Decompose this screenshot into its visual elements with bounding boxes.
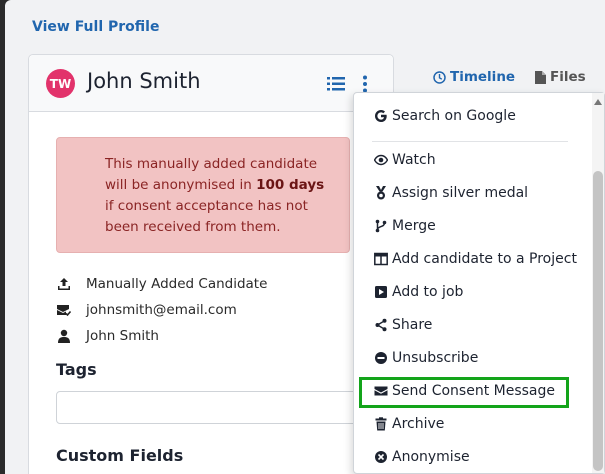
merge-icon bbox=[374, 219, 388, 233]
alert-line-3: if consent acceptance has not bbox=[105, 198, 308, 214]
menu-item-assign-silver-medal[interactable]: Assign silver medal bbox=[374, 185, 528, 201]
menu-item-label: Add to job bbox=[392, 284, 464, 300]
source-text: Manually Added Candidate bbox=[86, 276, 268, 292]
menu-item-label: Search on Google bbox=[392, 108, 516, 124]
trash-icon bbox=[374, 417, 388, 431]
alert-line-1: This manually added candidate bbox=[105, 156, 318, 172]
menu-item-archive[interactable]: Archive bbox=[374, 416, 444, 432]
menu-item-watch[interactable]: Watch bbox=[374, 152, 436, 168]
menu-item-share[interactable]: Share bbox=[374, 317, 432, 333]
card-header: TW John Smith bbox=[29, 55, 393, 112]
tab-files[interactable]: Files bbox=[535, 69, 586, 85]
menu-item-label: Share bbox=[392, 317, 433, 333]
menu-item-label: Archive bbox=[392, 416, 445, 432]
person-text: John Smith bbox=[86, 328, 159, 344]
clock-icon bbox=[433, 70, 446, 84]
tab-files-label: Files bbox=[550, 69, 586, 85]
times-circle-icon bbox=[374, 450, 388, 464]
tab-timeline-label: Timeline bbox=[450, 69, 516, 85]
person-row: John Smith bbox=[57, 328, 159, 344]
project-icon bbox=[374, 252, 388, 266]
candidate-name: John Smith bbox=[87, 69, 201, 93]
candidate-card: TW John Smith This manually added candid… bbox=[28, 54, 394, 474]
menu-item-label: Watch bbox=[392, 152, 436, 168]
minus-circle-icon bbox=[374, 351, 388, 365]
custom-fields-title: Custom Fields bbox=[56, 446, 184, 465]
alert-line-4: been received from them. bbox=[105, 219, 281, 235]
play-square-icon bbox=[374, 285, 388, 299]
menu-scrollbar[interactable] bbox=[592, 93, 604, 473]
menu-item-label: Assign silver medal bbox=[392, 185, 529, 201]
menu-item-anonymise[interactable]: Anonymise bbox=[374, 449, 470, 465]
email-row: johnsmith@email.com bbox=[57, 302, 237, 318]
source-row: Manually Added Candidate bbox=[57, 276, 267, 292]
tab-timeline[interactable]: Timeline bbox=[433, 69, 515, 85]
menu-item-label: Add candidate to a Project bbox=[392, 251, 577, 267]
avatar: TW bbox=[46, 69, 75, 98]
scroll-up-arrow-icon[interactable] bbox=[594, 99, 602, 105]
more-options-icon[interactable] bbox=[361, 75, 369, 93]
tags-input[interactable] bbox=[56, 391, 376, 424]
eye-icon bbox=[374, 153, 388, 167]
menu-item-add-to-job[interactable]: Add to job bbox=[374, 284, 463, 300]
menu-item-label: Merge bbox=[392, 218, 436, 234]
alert-line-2-text: will be anonymised in bbox=[105, 177, 257, 193]
menu-item-merge[interactable]: Merge bbox=[374, 218, 436, 234]
anonymise-alert: This manually added candidate will be an… bbox=[56, 137, 350, 253]
file-icon bbox=[535, 70, 546, 84]
profile-panel: View Full Profile TW John Smith This man… bbox=[5, 0, 605, 474]
medal-icon bbox=[374, 186, 388, 200]
alert-days: 100 days bbox=[256, 177, 325, 193]
google-icon bbox=[374, 109, 388, 123]
menu-item-add-to-project[interactable]: Add candidate to a Project bbox=[374, 251, 577, 267]
tags-title: Tags bbox=[56, 360, 97, 379]
alert-line-2: will be anonymised in 100 days bbox=[105, 175, 349, 196]
share-icon bbox=[374, 318, 388, 332]
menu-divider bbox=[372, 141, 568, 142]
user-icon bbox=[58, 329, 70, 343]
envelope-check-icon bbox=[57, 305, 71, 317]
options-dropdown-menu: Search on Google Watch Assign silver med… bbox=[353, 92, 605, 474]
view-full-profile-link[interactable]: View Full Profile bbox=[32, 19, 159, 35]
menu-item-search-google[interactable]: Search on Google bbox=[374, 108, 516, 124]
highlight-box bbox=[359, 377, 569, 408]
email-text: johnsmith@email.com bbox=[86, 302, 237, 318]
scrollbar-thumb[interactable] bbox=[593, 171, 603, 471]
menu-item-unsubscribe[interactable]: Unsubscribe bbox=[374, 350, 478, 366]
upload-icon bbox=[58, 278, 70, 290]
menu-item-label: Unsubscribe bbox=[392, 350, 479, 366]
menu-item-label: Anonymise bbox=[392, 449, 470, 465]
list-icon[interactable] bbox=[327, 77, 345, 91]
